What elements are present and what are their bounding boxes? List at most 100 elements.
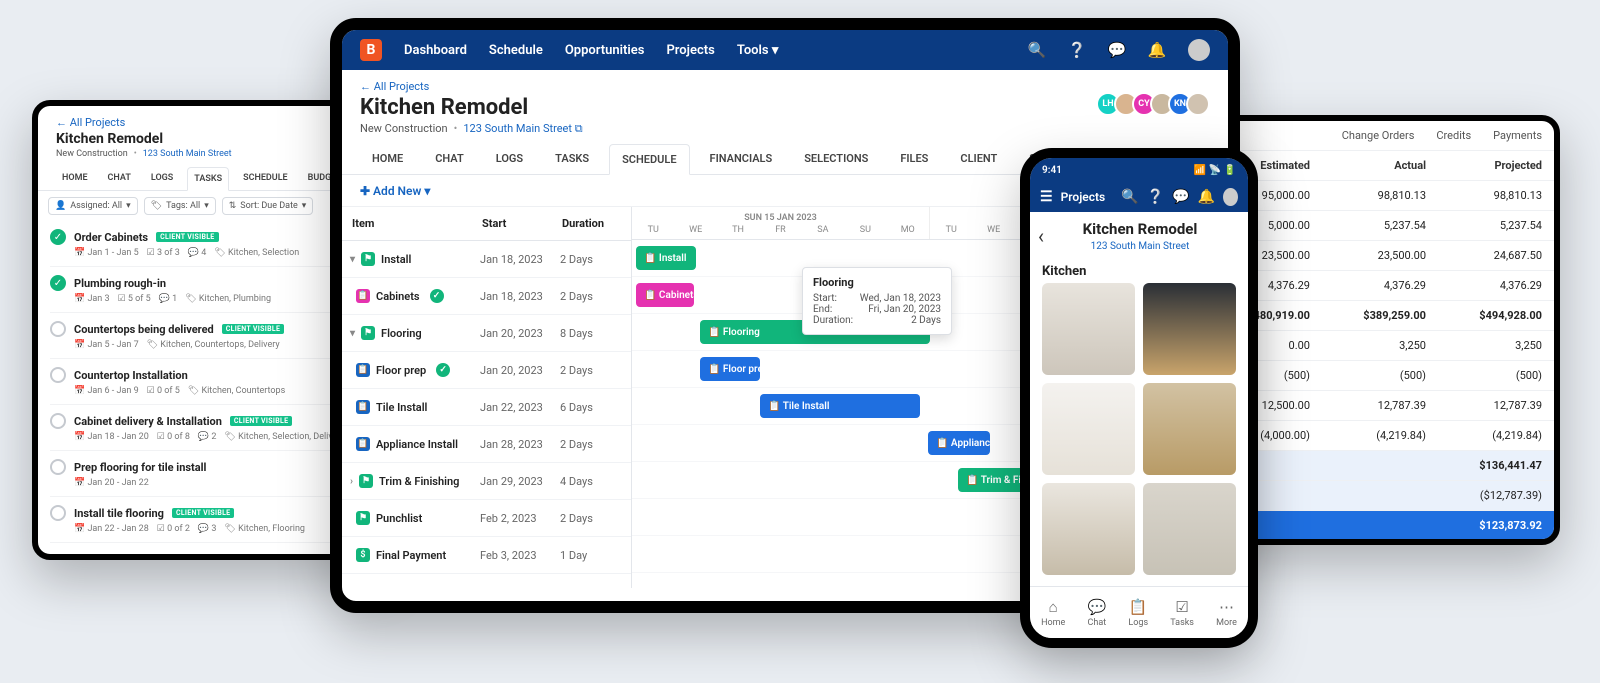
photo-tile[interactable] (1042, 383, 1135, 475)
search-icon[interactable]: 🔍 (1121, 189, 1138, 205)
gantt-bar[interactable]: 📋 Cabinets (636, 283, 694, 307)
task-checkbox[interactable] (50, 321, 66, 337)
gantt-row[interactable]: ⚑PunchlistFeb 2, 20232 Days (342, 500, 631, 537)
fin-row: 23,500.0023,500.0024,687.50 (1206, 241, 1554, 271)
tab-financials[interactable]: FINANCIALS (698, 144, 785, 174)
task-item[interactable]: Countertop Installation📅 Jan 6 - Jan 9☑ … (50, 359, 374, 405)
gantt-row[interactable]: 📋Cabinets✓Jan 18, 20232 Days (342, 278, 631, 315)
col-actual: Actual (1322, 151, 1438, 181)
filter-sort[interactable]: ⇅ Sort: Due Date ▾ (222, 197, 314, 215)
photo-tile[interactable] (1143, 383, 1236, 475)
task-checkbox[interactable] (50, 367, 66, 383)
tab-logs[interactable]: LOGS (145, 167, 179, 190)
gantt-row[interactable]: 📋Tile InstallJan 22, 20236 Days (342, 389, 631, 426)
task-item[interactable]: ✓Order CabinetsCLIENT VISIBLE📅 Jan 1 - J… (50, 221, 374, 267)
col-item: Item (342, 207, 472, 240)
bell-icon[interactable]: 🔔 (1198, 189, 1215, 205)
user-avatar[interactable] (1223, 188, 1238, 206)
task-item[interactable]: Cabinet delivery & InstallationCLIENT VI… (50, 405, 374, 451)
tab-home[interactable]: HOME (360, 144, 415, 174)
gantt-bar[interactable]: 📋 Install (636, 246, 696, 270)
task-item[interactable]: Countertops being deliveredCLIENT VISIBL… (50, 313, 374, 359)
tabbar-more[interactable]: ⋯More (1216, 598, 1237, 628)
help-icon[interactable]: ❔ (1068, 41, 1086, 59)
phone-project-address[interactable]: 123 South Main Street (1091, 241, 1190, 252)
phone-statusbar: 9:41📶 📡 🔋 (1030, 158, 1248, 182)
gantt-row[interactable]: ›⚑Trim & FinishingJan 29, 20234 Days (342, 463, 631, 500)
task-checkbox[interactable] (50, 505, 66, 521)
tabbar-logs[interactable]: 📋Logs (1128, 598, 1148, 628)
tabbar-tasks[interactable]: ☑Tasks (1170, 598, 1194, 628)
photo-tile[interactable] (1143, 283, 1236, 375)
filter-assigned[interactable]: 👤 Assigned: All ▾ (48, 197, 138, 215)
fin-tab-credits[interactable]: Credits (1436, 129, 1471, 142)
tab-logs[interactable]: LOGS (484, 144, 535, 174)
tab-schedule[interactable]: SCHEDULE (237, 167, 294, 190)
phone-project-header: ‹ Kitchen Remodel 123 South Main Street (1030, 212, 1248, 260)
menu-icon[interactable]: ☰ (1040, 189, 1053, 205)
gantt-rows-panel: Item Start Duration ▾⚑InstallJan 18, 202… (342, 207, 632, 588)
chat-icon[interactable]: 💬 (1108, 41, 1126, 59)
user-avatar[interactable] (1188, 39, 1210, 61)
gantt-row[interactable]: 📋Appliance InstallJan 28, 20232 Days (342, 426, 631, 463)
gantt-row[interactable]: $Final PaymentFeb 3, 20231 Day (342, 537, 631, 574)
task-item[interactable]: ✓Plumbing rough-in📅 Jan 3☑ 5 of 5💬 1🏷 Ki… (50, 267, 374, 313)
photo-tile[interactable] (1143, 483, 1236, 575)
tab-files[interactable]: FILES (888, 144, 940, 174)
bell-icon[interactable]: 🔔 (1148, 41, 1166, 59)
photo-tile[interactable] (1042, 483, 1135, 575)
tabbar-chat[interactable]: 💬Chat (1088, 598, 1107, 628)
tab-chat[interactable]: CHAT (423, 144, 476, 174)
phone-tabbar: ⌂Home 💬Chat 📋Logs ☑Tasks ⋯More (1030, 586, 1248, 638)
task-title: Countertops being delivered (74, 323, 214, 336)
gantt-bar[interactable]: 📋 Tile Install (760, 394, 920, 418)
task-checkbox[interactable] (50, 459, 66, 475)
fin-row: $136,441.47 (1206, 451, 1554, 481)
task-item[interactable]: Install tile flooringCLIENT VISIBLE📅 Jan… (50, 497, 374, 543)
tab-schedule[interactable]: SCHEDULE (609, 144, 689, 175)
collaborator-avatar[interactable] (1186, 92, 1210, 116)
task-item[interactable]: Prep flooring for tile install📅 Jan 20 -… (50, 451, 374, 497)
breadcrumb[interactable]: ← All Projects (342, 70, 1228, 93)
gantt-row[interactable]: 📋Floor prep✓Jan 20, 20232 Days (342, 352, 631, 389)
gantt-row[interactable]: ▾⚑FlooringJan 20, 20238 Days (342, 315, 631, 352)
tab-client[interactable]: CLIENT (948, 144, 1009, 174)
tabbar-home[interactable]: ⌂Home (1041, 598, 1065, 628)
help-icon[interactable]: ❔ (1147, 189, 1164, 205)
project-title: Kitchen Remodel (342, 93, 1228, 122)
tab-selections[interactable]: SELECTIONS (792, 144, 880, 174)
nav-opportunities[interactable]: Opportunities (565, 43, 645, 58)
gantt-row[interactable]: ▾⚑InstallJan 18, 20232 Days (342, 241, 631, 278)
client-visible-badge: CLIENT VISIBLE (230, 416, 292, 426)
project-address-link[interactable]: 123 South Main Street (463, 122, 572, 135)
tab-home[interactable]: HOME (56, 167, 94, 190)
gantt-bar[interactable]: 📋 Trim & Fin... (958, 468, 1028, 492)
task-checkbox[interactable] (50, 413, 66, 429)
nav-tools[interactable]: Tools ▾ (737, 43, 779, 58)
col-start: Start (472, 207, 552, 240)
fin-tab-change-orders[interactable]: Change Orders (1342, 129, 1415, 142)
financial-tabs: Change Orders Credits Payments (1206, 121, 1554, 150)
phone-section-title: Kitchen (1030, 260, 1248, 283)
nav-projects[interactable]: Projects (666, 43, 714, 58)
tab-chat[interactable]: CHAT (102, 167, 137, 190)
filter-tags[interactable]: 🏷 Tags: All ▾ (144, 197, 216, 215)
tab-tasks[interactable]: TASKS (187, 167, 229, 191)
task-title: Countertop Installation (74, 369, 188, 382)
brand-logo[interactable]: B (360, 39, 382, 61)
chat-icon[interactable]: 💬 (1172, 189, 1189, 205)
photo-tile[interactable] (1042, 283, 1135, 375)
photo-grid (1030, 283, 1248, 575)
gantt-bar[interactable]: 📋 Floor prep (700, 357, 760, 381)
gantt-bar[interactable]: 📋 Appliance .. (928, 431, 990, 455)
fin-tab-payments[interactable]: Payments (1493, 129, 1542, 142)
task-title: Install tile flooring (74, 507, 164, 520)
top-nav: B Dashboard Schedule Opportunities Projects… (342, 30, 1228, 70)
tab-tasks[interactable]: TASKS (543, 144, 601, 174)
nav-schedule[interactable]: Schedule (489, 43, 543, 58)
task-checkbox[interactable]: ✓ (50, 229, 66, 245)
search-icon[interactable]: 🔍 (1028, 41, 1046, 59)
nav-dashboard[interactable]: Dashboard (404, 43, 467, 58)
add-new-button[interactable]: ✚ Add New ▾ (360, 184, 430, 198)
task-checkbox[interactable]: ✓ (50, 275, 66, 291)
